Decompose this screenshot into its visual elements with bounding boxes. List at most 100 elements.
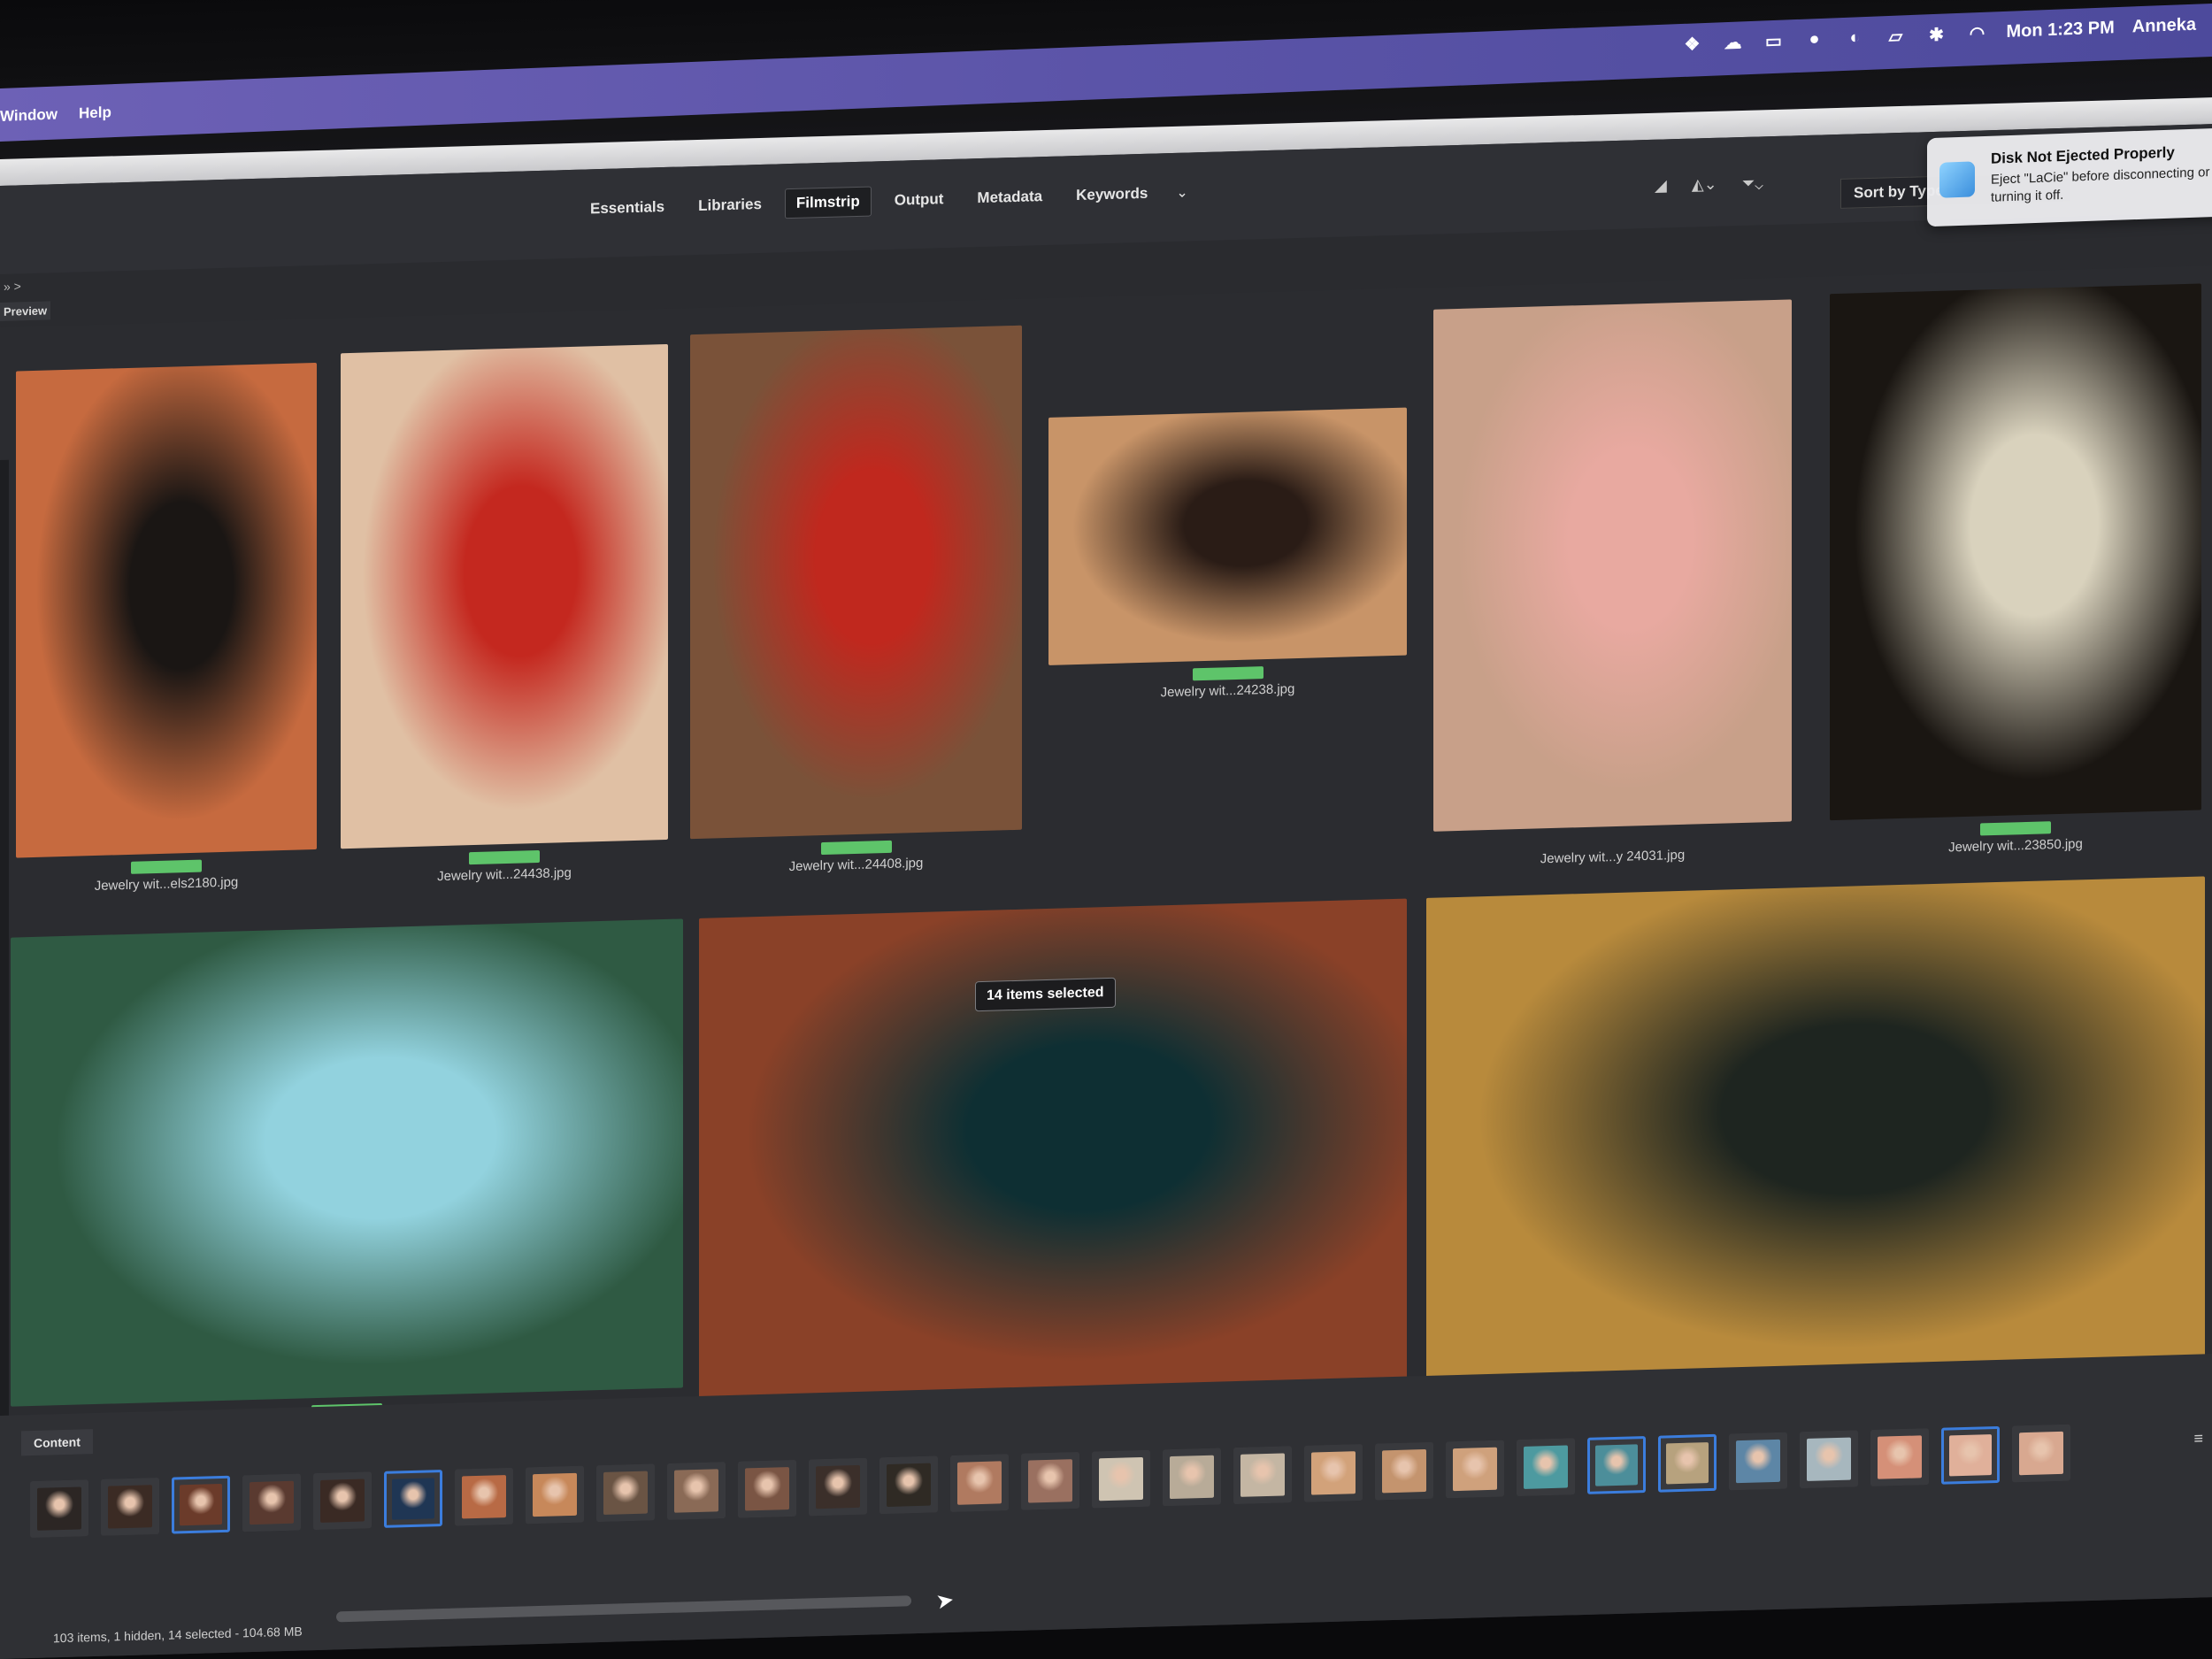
panel-menu-icon[interactable]: ≡: [2193, 1429, 2203, 1448]
filter-icon[interactable]: ⏷⌄: [1742, 173, 1763, 193]
filmstrip-thumbnail[interactable]: [384, 1470, 442, 1528]
thumbnail-filename[interactable]: Jewelry wit...24238.jpg: [1048, 679, 1407, 703]
filmstrip-thumbnail[interactable]: [1658, 1433, 1717, 1493]
filmstrip-thumbnail[interactable]: [1021, 1451, 1079, 1510]
thumbnail[interactable]: Jewelry wit...23494.jpg: [699, 898, 1407, 1435]
filmstrip-thumbnail[interactable]: [1800, 1430, 1858, 1489]
filmstrip-image: [392, 1478, 434, 1520]
tab-filmstrip[interactable]: Filmstrip: [784, 186, 872, 219]
filmstrip-image: [2019, 1431, 2063, 1476]
preview-area: Jewelry wit...els2180.jpg Jewelry wit...2…: [0, 265, 2212, 1460]
filmstrip-thumbnail[interactable]: [1729, 1432, 1787, 1491]
filmstrip-thumbnail[interactable]: [950, 1454, 1009, 1513]
color-label-green: [131, 859, 202, 874]
filmstrip-thumbnail[interactable]: [1375, 1441, 1433, 1501]
thumbnail[interactable]: Jewelry wit...y 24031.jpg: [1433, 299, 1792, 866]
filmstrip-image: [887, 1463, 931, 1508]
filmstrip-image: [1736, 1439, 1780, 1484]
clock[interactable]: Mon 1:23 PM: [2007, 18, 2115, 42]
thumbnail[interactable]: Jewelry wit...24408.jpg: [690, 325, 1022, 874]
filmstrip-thumbnail[interactable]: [2012, 1424, 2070, 1483]
color-label-green: [820, 840, 892, 856]
notification-banner[interactable]: Disk Not Ejected Properly Eject "LaCie" …: [1927, 127, 2212, 227]
filmstrip-image: [674, 1469, 718, 1513]
thumbnail-filename[interactable]: Jewelry wit...24438.jpg: [341, 863, 668, 887]
filmstrip-image: [816, 1464, 860, 1509]
wifi-icon[interactable]: ◠: [1966, 23, 1989, 44]
tab-keywords[interactable]: Keywords: [1065, 179, 1158, 210]
thumbnail[interactable]: Jewelry wit...xposure.jpg: [1426, 876, 2205, 1423]
thumbnail[interactable]: Jewelry wit...23850.jpg: [1830, 283, 2201, 855]
filmstrip-thumbnail[interactable]: [455, 1467, 513, 1526]
thumbnail[interactable]: Jewelry wit...els2180.jpg: [16, 363, 317, 894]
thumbnail-filename[interactable]: Jewelry wit...23850.jpg: [1830, 833, 2201, 859]
filmstrip-image: [957, 1461, 1002, 1505]
thumbnail[interactable]: Jewelry wit...23840.jpg: [11, 918, 683, 1437]
filmstrip-thumbnail[interactable]: [313, 1471, 372, 1531]
chevron-down-icon[interactable]: ⌄: [1171, 178, 1193, 207]
filmstrip-thumbnail[interactable]: [1587, 1436, 1646, 1494]
horizontal-scrollbar[interactable]: [336, 1595, 911, 1623]
user-name[interactable]: Anneka: [2132, 15, 2196, 38]
filmstrip-thumbnail[interactable]: [101, 1477, 159, 1536]
filmstrip-thumbnail[interactable]: [526, 1465, 584, 1525]
rating-filter-icon[interactable]: ◭⌄: [1692, 175, 1717, 195]
filmstrip-image: [180, 1483, 222, 1526]
filmstrip-thumbnail[interactable]: [1304, 1443, 1363, 1502]
filmstrip-thumbnail[interactable]: [1941, 1425, 2000, 1485]
filmstrip-thumbnail[interactable]: [1233, 1446, 1292, 1505]
bluetooth-icon[interactable]: ✱: [1925, 25, 1948, 46]
tab-libraries[interactable]: Libraries: [687, 190, 772, 221]
menu-window[interactable]: Window: [0, 106, 58, 126]
filmstrip-thumbnail[interactable]: [738, 1459, 796, 1518]
tab-metadata[interactable]: Metadata: [966, 182, 1053, 213]
filmstrip-image: [1666, 1442, 1709, 1485]
toolbar-right: ◢ ◭⌄ ⏷⌄: [1655, 173, 1763, 195]
airplay-icon[interactable]: ▱: [1885, 27, 1908, 47]
filmstrip-thumbnail[interactable]: [1092, 1449, 1150, 1509]
filmstrip-thumbnail[interactable]: [1163, 1448, 1221, 1507]
filmstrip-thumbnail[interactable]: [667, 1462, 726, 1520]
filmstrip-image: [250, 1480, 294, 1525]
filmstrip-image: [1028, 1459, 1072, 1503]
filmstrip-thumbnail[interactable]: [596, 1463, 655, 1523]
thumbnail-image: [1433, 299, 1792, 832]
filmstrip-image: [533, 1472, 577, 1517]
thumbnail-image: [690, 325, 1022, 840]
thumbnail-image: [699, 898, 1407, 1405]
filmstrip-thumbnail[interactable]: [30, 1479, 88, 1539]
tab-output[interactable]: Output: [884, 185, 955, 215]
filmstrip-thumbnail[interactable]: [1446, 1440, 1504, 1499]
filmstrip-thumbnail[interactable]: [809, 1457, 867, 1517]
screen-icon[interactable]: ▭: [1763, 31, 1786, 52]
dropbox-icon[interactable]: ❖: [1681, 35, 1704, 55]
vpn-icon[interactable]: ◐: [1844, 27, 1867, 48]
filmstrip-thumbnail[interactable]: [242, 1473, 301, 1532]
quality-icon[interactable]: ◢: [1655, 176, 1667, 195]
siri-icon[interactable]: ●: [1803, 29, 1826, 50]
thumbnail-filename[interactable]: Jewelry wit...24408.jpg: [690, 853, 1022, 877]
menu-help[interactable]: Help: [79, 104, 111, 122]
color-label-green: [469, 849, 540, 865]
creative-cloud-icon[interactable]: ☁: [1722, 33, 1745, 53]
thumbnail[interactable]: Jewelry wit...24238.jpg: [1048, 407, 1407, 700]
filmstrip-thumbnail[interactable]: [1517, 1438, 1575, 1497]
filmstrip-thumbnail[interactable]: [1870, 1428, 1929, 1486]
status-bar: 103 items, 1 hidden, 14 selected - 104.6…: [53, 1624, 303, 1646]
thumbnail-filename[interactable]: Jewelry wit...y 24031.jpg: [1433, 844, 1792, 869]
thumbnail-image: [1048, 407, 1407, 665]
workspace-tabs: Essentials Libraries Filmstrip Output Me…: [580, 177, 1194, 224]
thumbnail-image: [11, 918, 683, 1407]
filmstrip: [30, 1424, 2070, 1539]
status-area: ❖ ☁ ▭ ● ◐ ▱ ✱ ◠ Mon 1:23 PM Anneka: [1681, 15, 2196, 55]
tab-essentials[interactable]: Essentials: [580, 193, 675, 224]
content-panel-tab[interactable]: Content: [21, 1429, 93, 1456]
filmstrip-image: [1595, 1444, 1638, 1486]
filmstrip-thumbnail[interactable]: [172, 1475, 230, 1534]
thumbnail-filename[interactable]: Jewelry wit...els2180.jpg: [16, 872, 317, 895]
color-label-green: [1980, 821, 2051, 836]
app-menu: Window Help: [0, 104, 111, 126]
filmstrip-thumbnail[interactable]: [879, 1455, 938, 1515]
thumbnail[interactable]: Jewelry wit...24438.jpg: [341, 343, 668, 884]
preview-panel-tab[interactable]: Preview: [0, 301, 51, 321]
